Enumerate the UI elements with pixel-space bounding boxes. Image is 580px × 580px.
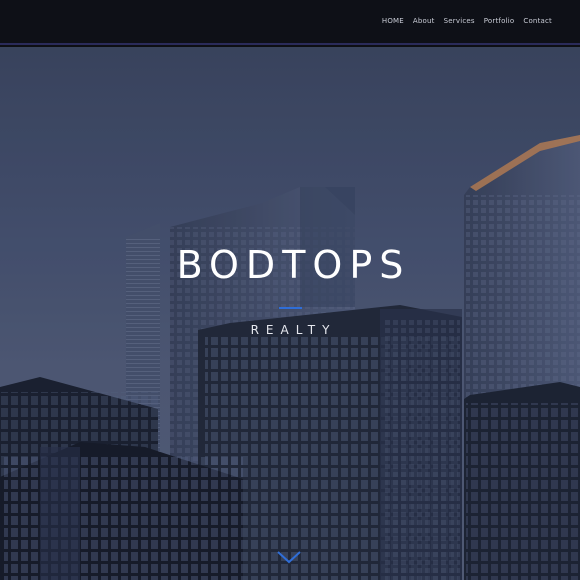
hero-title: BODTOPS [176,243,411,287]
nav-item-services[interactable]: Services [444,17,475,25]
nav-item-about[interactable]: About [413,17,435,25]
chevron-down-icon[interactable] [276,549,302,565]
nav-menu: HOME About Services Portfolio Contact [382,17,552,25]
hero-divider [279,307,302,309]
hero-section: BODTOPS REALTY [0,47,580,580]
hero-subtitle: REALTY [250,323,337,337]
nav-item-home[interactable]: HOME [382,17,404,25]
hero-overlay [0,47,580,580]
navbar: HOME About Services Portfolio Contact [0,0,580,45]
nav-item-portfolio[interactable]: Portfolio [484,17,515,25]
nav-item-contact[interactable]: Contact [523,17,552,25]
